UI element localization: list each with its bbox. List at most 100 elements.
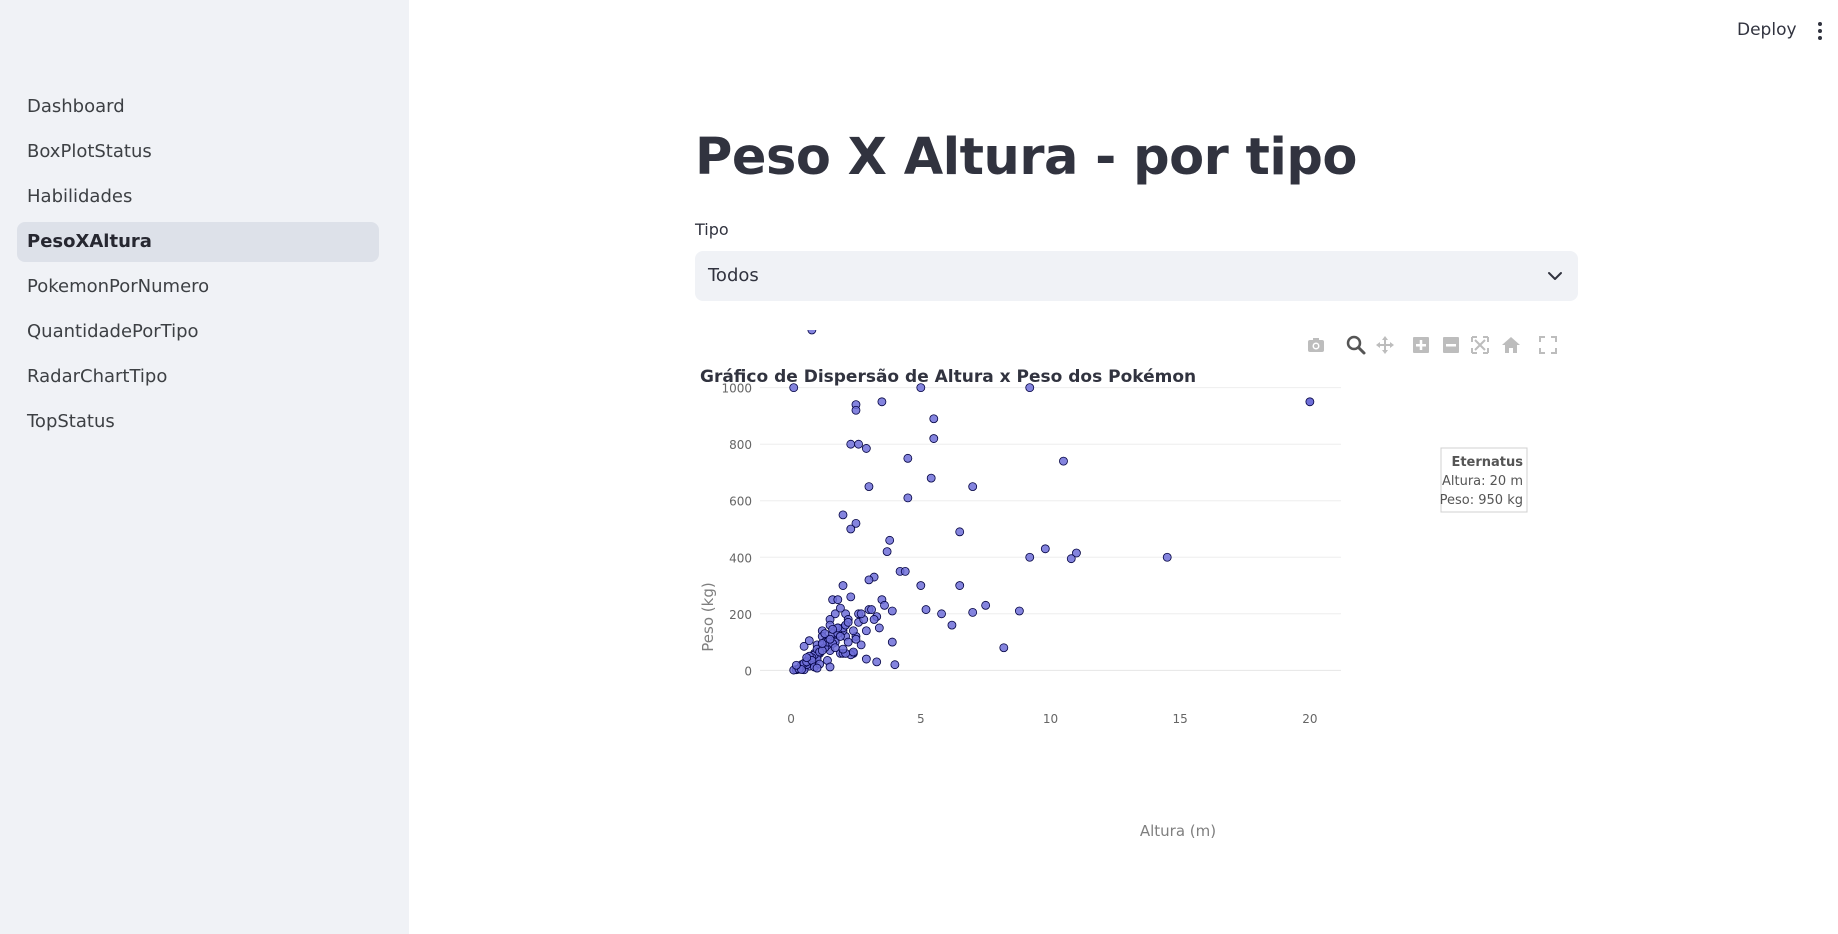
scatter-point[interactable]: [929, 414, 939, 424]
x-tick-label: 10: [1043, 712, 1058, 726]
tooltip-weight: Peso: 950 kg: [1440, 493, 1523, 508]
scatter-point[interactable]: [861, 654, 871, 664]
sidebar-item-pokemonpornumero[interactable]: PokemonPorNumero: [17, 267, 379, 307]
scatter-point[interactable]: [981, 600, 991, 610]
scatter-point[interactable]: [861, 444, 871, 453]
tooltip-name: Eternatus: [1451, 455, 1523, 470]
scatter-point[interactable]: [846, 524, 856, 534]
scatter-point[interactable]: [887, 606, 897, 616]
scatter-point[interactable]: [869, 615, 879, 624]
scatter-point[interactable]: [1040, 544, 1050, 554]
scatter-point[interactable]: [802, 653, 812, 663]
scatter-point[interactable]: [1066, 554, 1076, 564]
scatter-point[interactable]: [836, 632, 845, 641]
scatter-point[interactable]: [804, 636, 814, 646]
chevron-down-icon: [1548, 272, 1562, 280]
scatter-point[interactable]: [1059, 456, 1068, 466]
sidebar-item-boxplotstatus[interactable]: BoxPlotStatus: [17, 132, 379, 172]
scatter-point[interactable]: [947, 620, 957, 630]
scatter-point[interactable]: [926, 473, 936, 483]
sidebar-item-quantidadeportipo[interactable]: QuantidadePorTipo: [17, 312, 379, 352]
scatter-point[interactable]: [830, 643, 840, 653]
scatter-point-hovered[interactable]: [1305, 397, 1315, 407]
scatter-point[interactable]: [955, 527, 965, 537]
scatter-point[interactable]: [812, 663, 822, 673]
scatter-point[interactable]: [851, 405, 861, 415]
scatter-point[interactable]: [828, 624, 838, 634]
scatter-point[interactable]: [843, 637, 853, 647]
scatter-point[interactable]: [864, 575, 874, 585]
scatter-point[interactable]: [854, 439, 863, 449]
scatter-point[interactable]: [825, 662, 835, 672]
scatter-point[interactable]: [861, 626, 871, 636]
y-tick-label: 400: [729, 551, 752, 565]
scatter-point[interactable]: [789, 383, 799, 393]
scatter-point[interactable]: [1025, 552, 1035, 562]
scatter-point[interactable]: [848, 647, 858, 657]
y-tick-label: 600: [729, 495, 752, 509]
scatter-point[interactable]: [900, 567, 910, 576]
sidebar-item-pesoxaltura[interactable]: PesoXAltura: [17, 222, 379, 262]
scatter-point[interactable]: [846, 592, 856, 602]
scatter-point[interactable]: [1162, 552, 1172, 562]
sidebar: Dashboard BoxPlotStatus Habilidades PesoXAl…: [0, 0, 409, 934]
scatter-point[interactable]: [885, 535, 895, 545]
x-tick-label: 0: [787, 712, 795, 726]
scatter-point[interactable]: [877, 397, 887, 407]
x-axis-label: Altura (m): [1140, 822, 1216, 840]
sidebar-item-dashboard[interactable]: Dashboard: [17, 87, 379, 127]
deploy-button[interactable]: Deploy: [1737, 20, 1797, 40]
scatter-point[interactable]: [867, 605, 876, 614]
scatter-point[interactable]: [1014, 606, 1024, 616]
scatter-chart: Gráfico de Dispersão de Altura x Peso do…: [699, 330, 1528, 840]
page-title: Peso X Altura - por tipo: [695, 128, 1357, 187]
scatter-point[interactable]: [843, 617, 853, 627]
y-tick-label: 200: [729, 608, 752, 622]
select-value: Todos: [708, 265, 759, 286]
tipo-select[interactable]: Todos: [695, 251, 1578, 301]
scatter-point[interactable]: [838, 510, 848, 520]
scatter-point[interactable]: [903, 453, 913, 463]
scatter-point[interactable]: [916, 581, 926, 590]
scatter-point[interactable]: [817, 639, 827, 648]
scatter-point[interactable]: [921, 605, 931, 614]
tooltip-height: Altura: 20 m: [1442, 474, 1523, 489]
sidebar-item-radarcharttipo[interactable]: RadarChartTipo: [17, 357, 379, 397]
scatter-point[interactable]: [903, 493, 913, 503]
scatter-point[interactable]: [848, 626, 858, 636]
scatter-point[interactable]: [882, 547, 892, 557]
chart-title: Gráfico de Dispersão de Altura x Peso do…: [700, 367, 1196, 387]
scatter-point[interactable]: [864, 482, 874, 491]
x-tick-label: 5: [917, 712, 925, 726]
scatter-point[interactable]: [846, 439, 856, 449]
y-axis-label: Peso (kg): [699, 582, 717, 651]
scatter-point[interactable]: [968, 607, 978, 617]
scatter-point[interactable]: [856, 609, 866, 619]
sidebar-item-topstatus[interactable]: TopStatus: [17, 402, 379, 442]
x-tick-label: 15: [1173, 712, 1188, 726]
scatter-point[interactable]: [791, 660, 801, 670]
y-tick-label: 0: [744, 664, 752, 678]
scatter-point[interactable]: [1025, 383, 1035, 393]
scatter-point[interactable]: [929, 434, 939, 443]
scatter-point[interactable]: [916, 383, 926, 393]
scatter-point[interactable]: [838, 644, 848, 654]
scatter-point[interactable]: [955, 581, 965, 590]
scatter-point[interactable]: [872, 657, 882, 667]
scatter-point[interactable]: [807, 330, 817, 335]
scatter-point[interactable]: [833, 595, 843, 605]
sidebar-item-habilidades[interactable]: Habilidades: [17, 177, 379, 217]
scatter-point[interactable]: [937, 609, 946, 619]
scatter-point[interactable]: [880, 600, 889, 610]
scatter-point[interactable]: [887, 637, 897, 647]
scatter-point[interactable]: [838, 581, 848, 590]
scatter-point[interactable]: [820, 629, 830, 638]
scatter-point[interactable]: [890, 660, 900, 670]
scatter-point[interactable]: [836, 603, 845, 613]
scatter-point[interactable]: [999, 643, 1009, 653]
scatter-point[interactable]: [968, 482, 978, 491]
scatter-point[interactable]: [851, 634, 861, 644]
main-menu-icon[interactable]: [1815, 20, 1825, 42]
scatter-point[interactable]: [874, 623, 884, 633]
x-tick-label: 20: [1302, 712, 1317, 726]
